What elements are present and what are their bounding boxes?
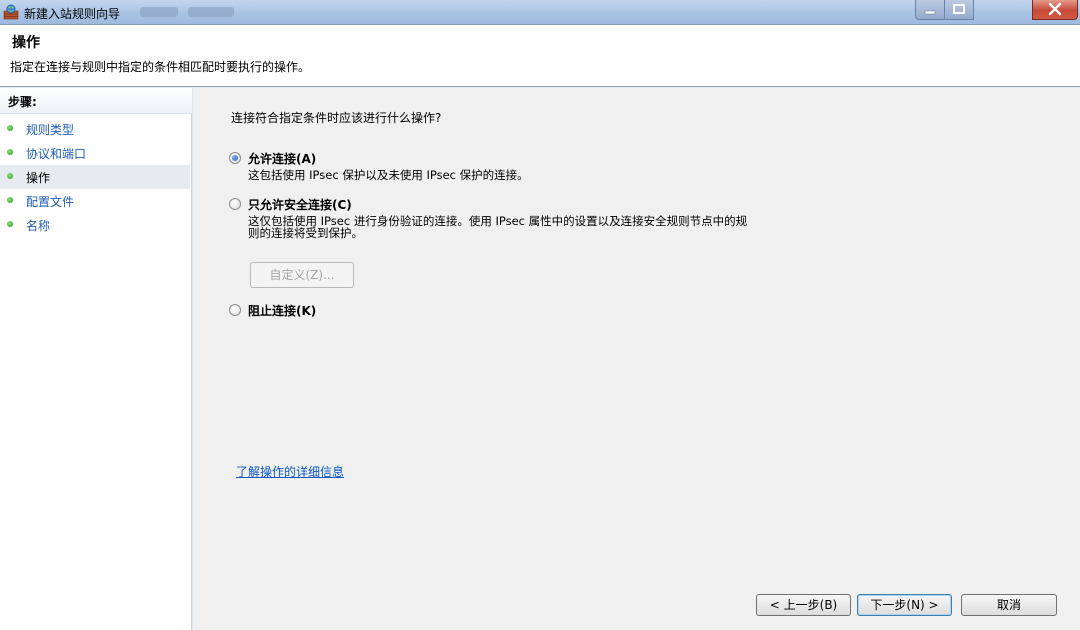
allow-secure-description: 这仅包括使用 IPsec 进行身份验证的连接。使用 IPsec 属性中的设置以及… [248,214,748,240]
allow-secure-radio[interactable] [229,198,241,210]
wizard-header: 操作 指定在连接与规则中指定的条件相匹配时要执行的操作。 [0,25,1080,87]
step-bullet-icon [7,173,13,179]
allow-connection-label[interactable]: 允许连接(A) [248,150,316,167]
block-connection-radio[interactable] [229,304,241,316]
step-name[interactable]: 名称 [0,213,190,237]
step-rule-type[interactable]: 规则类型 [0,117,190,141]
customize-button[interactable]: 自定义(Z)... [250,262,354,288]
step-bullet-icon [7,125,13,131]
maximize-button[interactable] [944,0,974,20]
cancel-button[interactable]: 取消 [961,594,1057,616]
step-profile[interactable]: 配置文件 [0,189,190,213]
next-button[interactable]: 下一步(N) > [857,594,952,616]
page-title: 操作 [12,35,40,51]
block-connection-label[interactable]: 阻止连接(K) [248,302,316,319]
blurred-menu-1 [140,7,178,17]
step-bullet-icon [7,149,13,155]
allow-secure-label[interactable]: 只允许安全连接(C) [248,196,352,213]
allow-connection-radio[interactable] [229,152,241,164]
step-label: 操作 [26,171,51,185]
action-question: 连接符合指定条件时应该进行什么操作? [231,111,442,125]
blurred-menu-2 [188,7,234,17]
back-button[interactable]: < 上一步(B) [756,594,851,616]
step-label: 配置文件 [26,195,75,209]
steps-sidebar: 步骤: 规则类型 协议和端口 操作 配置文件 名称 [0,88,192,630]
main-panel: 连接符合指定条件时应该进行什么操作? 允许连接(A) 这包括使用 IPsec 保… [193,88,1080,630]
step-bullet-icon [7,197,13,203]
step-label: 规则类型 [26,123,75,137]
close-icon [1048,2,1062,16]
close-button[interactable] [1032,0,1078,20]
minimize-button[interactable] [915,0,945,20]
allow-connection-description: 这包括使用 IPsec 保护以及未使用 IPsec 保护的连接。 [248,168,529,182]
step-protocol-ports[interactable]: 协议和端口 [0,141,190,165]
step-label: 协议和端口 [26,147,87,161]
steps-heading: 步骤: [0,88,192,114]
title-bar: 新建入站规则向导 [0,0,1080,25]
window-title: 新建入站规则向导 [24,7,121,21]
step-bullet-icon [7,221,13,227]
firewall-icon [3,4,19,20]
step-label: 名称 [26,219,51,233]
page-description: 指定在连接与规则中指定的条件相匹配时要执行的操作。 [10,60,311,74]
step-action[interactable]: 操作 [0,165,190,189]
learn-more-link[interactable]: 了解操作的详细信息 [236,463,344,480]
